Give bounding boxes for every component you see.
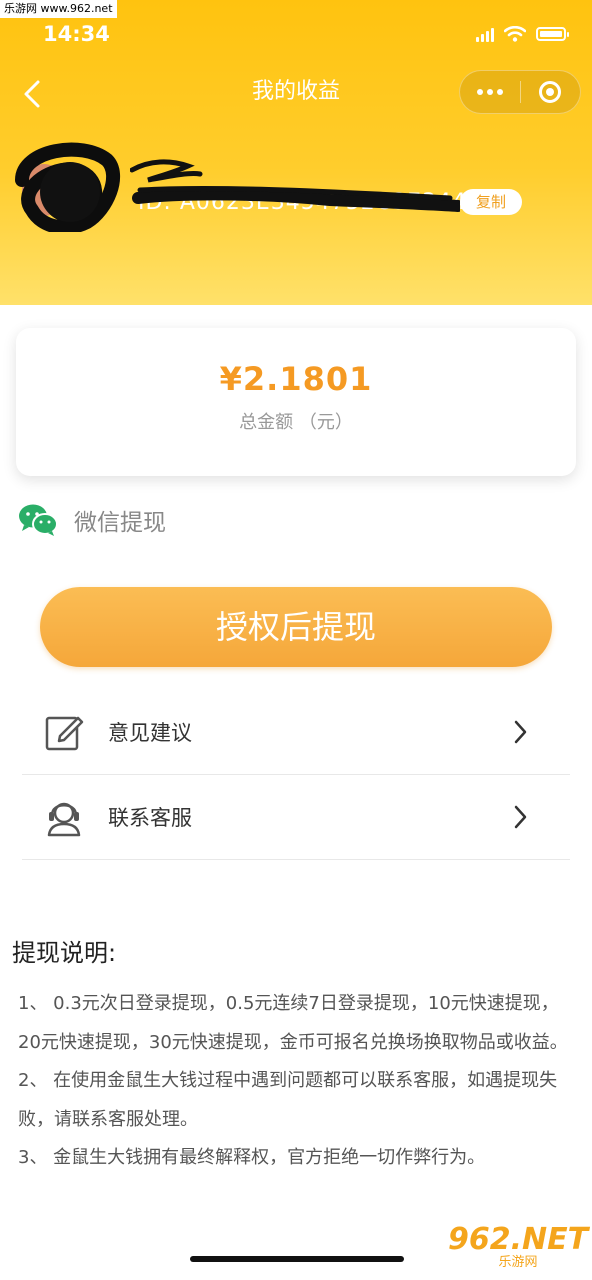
copy-id-button[interactable]: 复制 [460, 189, 522, 215]
watermark-top: 乐游网 www.962.net [0, 0, 117, 18]
note-item: 1、 0.3元次日登录提现，0.5元连续7日登录提现，10元快速提现，20元快速… [18, 993, 568, 1053]
feedback-label: 意见建议 [108, 721, 192, 745]
mini-program-capsule [459, 70, 581, 114]
customer-service-icon [47, 802, 81, 837]
wechat-withdraw-label: 微信提现 [74, 510, 166, 536]
edit-icon [45, 716, 84, 751]
balance-label: 总金额 （元） [239, 412, 353, 433]
customer-service-menu-item[interactable]: 联系客服 [22, 775, 570, 860]
balance-card: ¥2.1801 总金额 （元） [16, 328, 576, 476]
balance-amount: ¥2.1801 [219, 360, 373, 398]
redaction-scribble [130, 159, 460, 212]
customer-service-label: 联系客服 [108, 806, 192, 830]
watermark-bottom: 962.NET 乐游网 [448, 1222, 588, 1274]
watermark-bottom-sub: 乐游网 [498, 1255, 538, 1270]
chevron-right-icon [514, 805, 527, 829]
close-button[interactable] [520, 70, 580, 114]
withdraw-notes: 1、 0.3元次日登录提现，0.5元连续7日登录提现，10元快速提现，20元快速… [18, 985, 578, 1178]
note-item: 2、 在使用金鼠生大钱过程中遇到问题都可以联系客服，如遇提现失败，请联系客服处理… [18, 1070, 558, 1130]
home-indicator [190, 1256, 404, 1262]
chevron-right-icon [514, 720, 527, 744]
wifi-icon [504, 26, 526, 42]
battery-icon [536, 27, 569, 41]
withdraw-notes-title: 提现说明: [12, 939, 117, 967]
wechat-icon [19, 504, 58, 536]
watermark-bottom-main: 962.NET [447, 1222, 589, 1257]
close-icon [539, 81, 562, 103]
authorize-withdraw-button[interactable]: 授权后提现 [40, 587, 552, 667]
feedback-menu-item[interactable]: 意见建议 [22, 690, 570, 775]
signal-icon [476, 26, 494, 42]
more-button[interactable] [460, 70, 520, 114]
status-icons [476, 26, 569, 42]
status-time: 14:34 [43, 22, 110, 46]
avatar [15, 142, 121, 232]
note-item: 3、 金鼠生大钱拥有最终解释权，官方拒绝一切作弊行为。 [18, 1147, 486, 1168]
wechat-withdraw-option[interactable]: 微信提现 [18, 500, 166, 540]
